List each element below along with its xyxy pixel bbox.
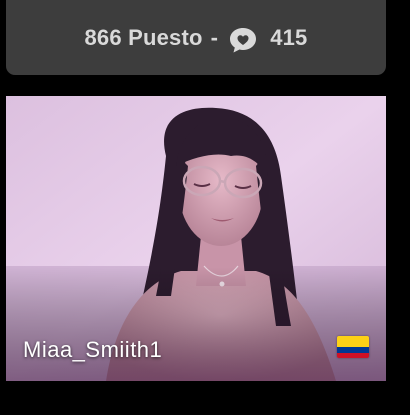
chat-count: 415 [270,24,308,50]
colombia-flag-icon [337,336,369,358]
stream-thumbnail-card[interactable]: Miaa_Smiith1 [6,96,386,381]
chat-bubble-heart-icon [228,25,258,55]
page: 866 Puesto - 415 Miaa_Smiith1 [0,0,410,415]
rank-position: 866 Puesto [84,24,203,50]
rank-separator: - [210,24,219,50]
streamer-username[interactable]: Miaa_Smiith1 [23,337,162,363]
rank-banner[interactable]: 866 Puesto - 415 [6,0,386,75]
